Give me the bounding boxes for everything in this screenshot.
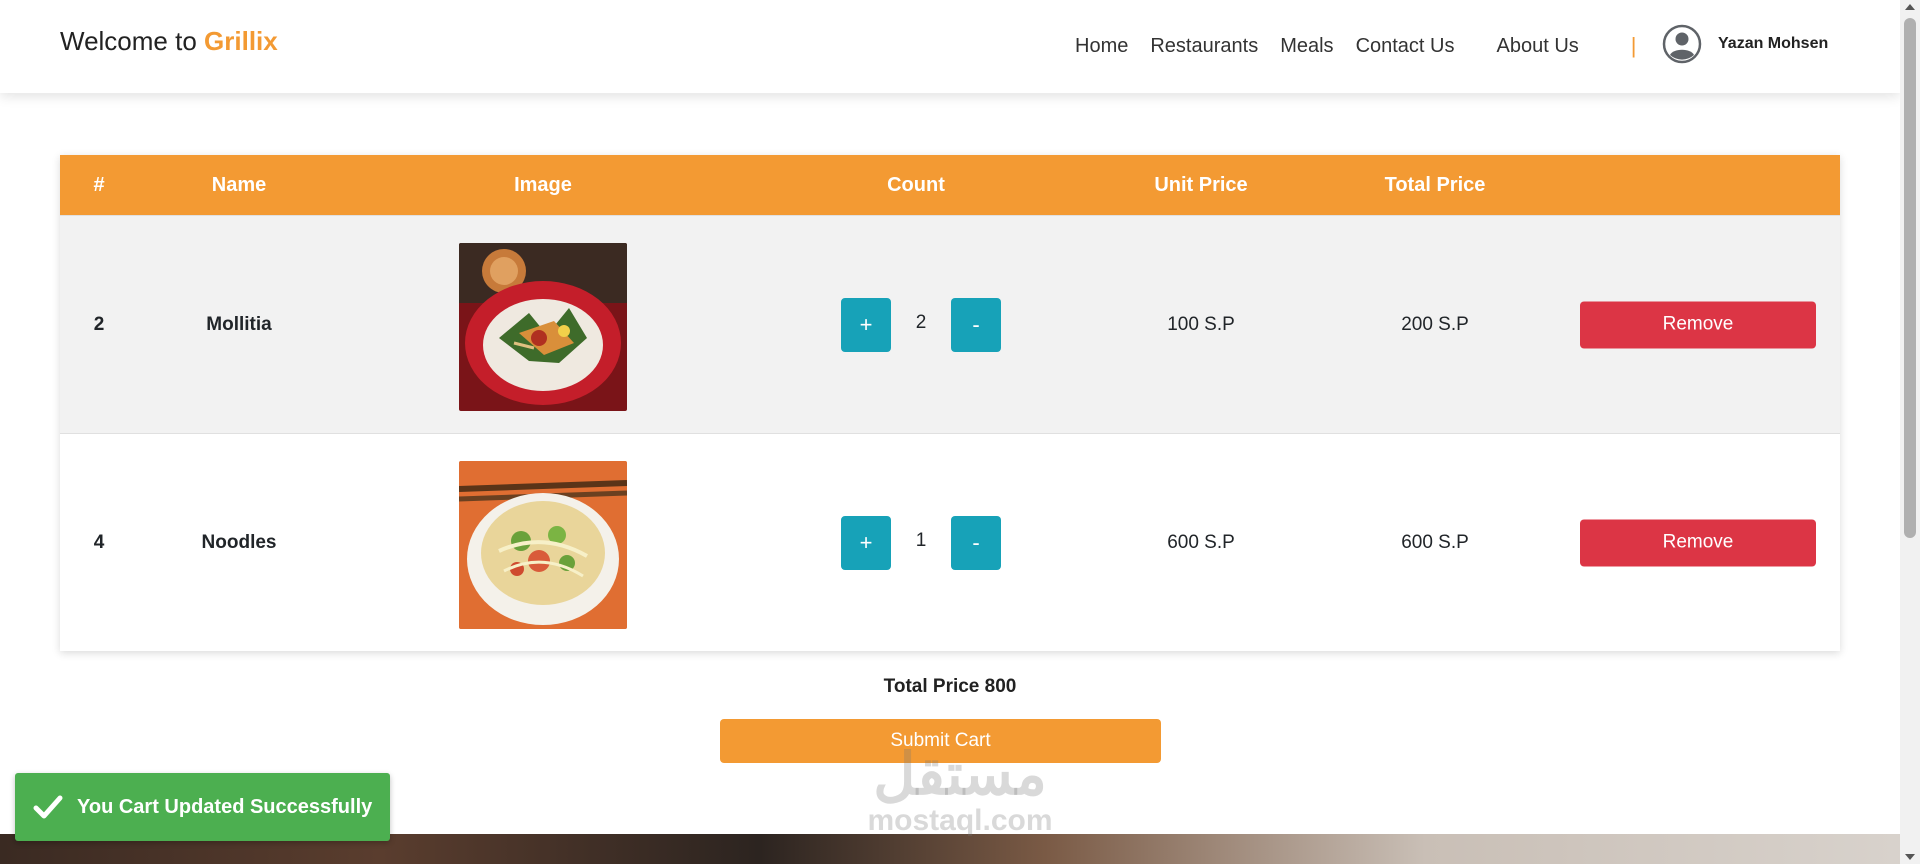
unit-price: 100 S.P <box>1167 313 1235 335</box>
quantity-value: 2 <box>915 311 927 333</box>
nav-separator: | <box>1630 33 1637 58</box>
col-unit-price: Unit Price <box>1154 174 1248 196</box>
checkmark-icon <box>33 795 63 819</box>
table-header: # Name Image Count Unit Price Total Pric… <box>60 155 1840 215</box>
table-row: 4 Noodles + 1 - 600 S.P 600 S.P Remove <box>60 433 1840 651</box>
quantity-value: 1 <box>915 529 927 551</box>
quantity-stepper: + 1 - <box>841 515 1001 570</box>
quantity-stepper: + 2 - <box>841 297 1001 352</box>
main-nav: Home Restaurants Meals Contact Us About … <box>1075 33 1664 59</box>
watermark-latin: mostaql.com <box>867 804 1053 837</box>
scroll-down-icon[interactable] <box>1905 854 1915 860</box>
col-image: Image <box>514 174 572 196</box>
row-name: Mollitia <box>206 313 272 335</box>
decrement-button[interactable]: - <box>951 297 1001 352</box>
increment-button[interactable]: + <box>841 515 891 570</box>
col-number: # <box>93 174 105 196</box>
nav-about-us[interactable]: About Us <box>1497 35 1579 58</box>
submit-cart-button[interactable]: Submit Cart <box>720 719 1161 763</box>
decrement-button[interactable]: - <box>951 515 1001 570</box>
cart-total: Total Price 800 <box>883 676 1017 697</box>
page-scrollbar[interactable] <box>1900 0 1920 864</box>
row-name: Noodles <box>201 531 277 553</box>
top-navbar: Welcome to Grillix Home Restaurants Meal… <box>0 0 1900 93</box>
meal-image-mollitia <box>459 243 627 411</box>
nav-restaurants[interactable]: Restaurants <box>1150 35 1258 58</box>
remove-button[interactable]: Remove <box>1580 519 1816 566</box>
col-name: Name <box>211 174 267 196</box>
increment-button[interactable]: + <box>841 297 891 352</box>
row-id: 4 <box>93 531 105 553</box>
total-price: 200 S.P <box>1401 313 1469 335</box>
table-row: 2 Mollitia + 2 - 100 S.P 200 S.P Remove <box>60 215 1840 433</box>
total-price: 600 S.P <box>1401 531 1469 553</box>
user-avatar-icon <box>1662 24 1702 64</box>
user-menu[interactable]: Yazan Mohsen <box>1662 24 1828 64</box>
cart-table: # Name Image Count Unit Price Total Pric… <box>60 155 1840 651</box>
row-id: 2 <box>93 313 105 335</box>
col-count: Count <box>887 174 945 196</box>
brand-prefix: Welcome to <box>60 26 197 56</box>
scroll-up-icon[interactable] <box>1905 4 1915 10</box>
nav-home[interactable]: Home <box>1075 35 1128 58</box>
remove-button[interactable]: Remove <box>1580 301 1816 348</box>
brand-name: Grillix <box>204 26 278 56</box>
toast-message: You Cart Updated Successfully <box>77 795 373 818</box>
success-toast[interactable]: You Cart Updated Successfully <box>15 773 390 841</box>
brand[interactable]: Welcome to Grillix <box>60 26 278 57</box>
nav-meals[interactable]: Meals <box>1280 35 1333 58</box>
scrollbar-thumb[interactable] <box>1904 18 1916 538</box>
unit-price: 600 S.P <box>1167 531 1235 553</box>
nav-contact-us[interactable]: Contact Us <box>1356 35 1455 58</box>
user-name: Yazan Mohsen <box>1718 35 1829 52</box>
col-total-price: Total Price <box>1384 174 1486 196</box>
meal-image-noodles <box>459 461 627 629</box>
